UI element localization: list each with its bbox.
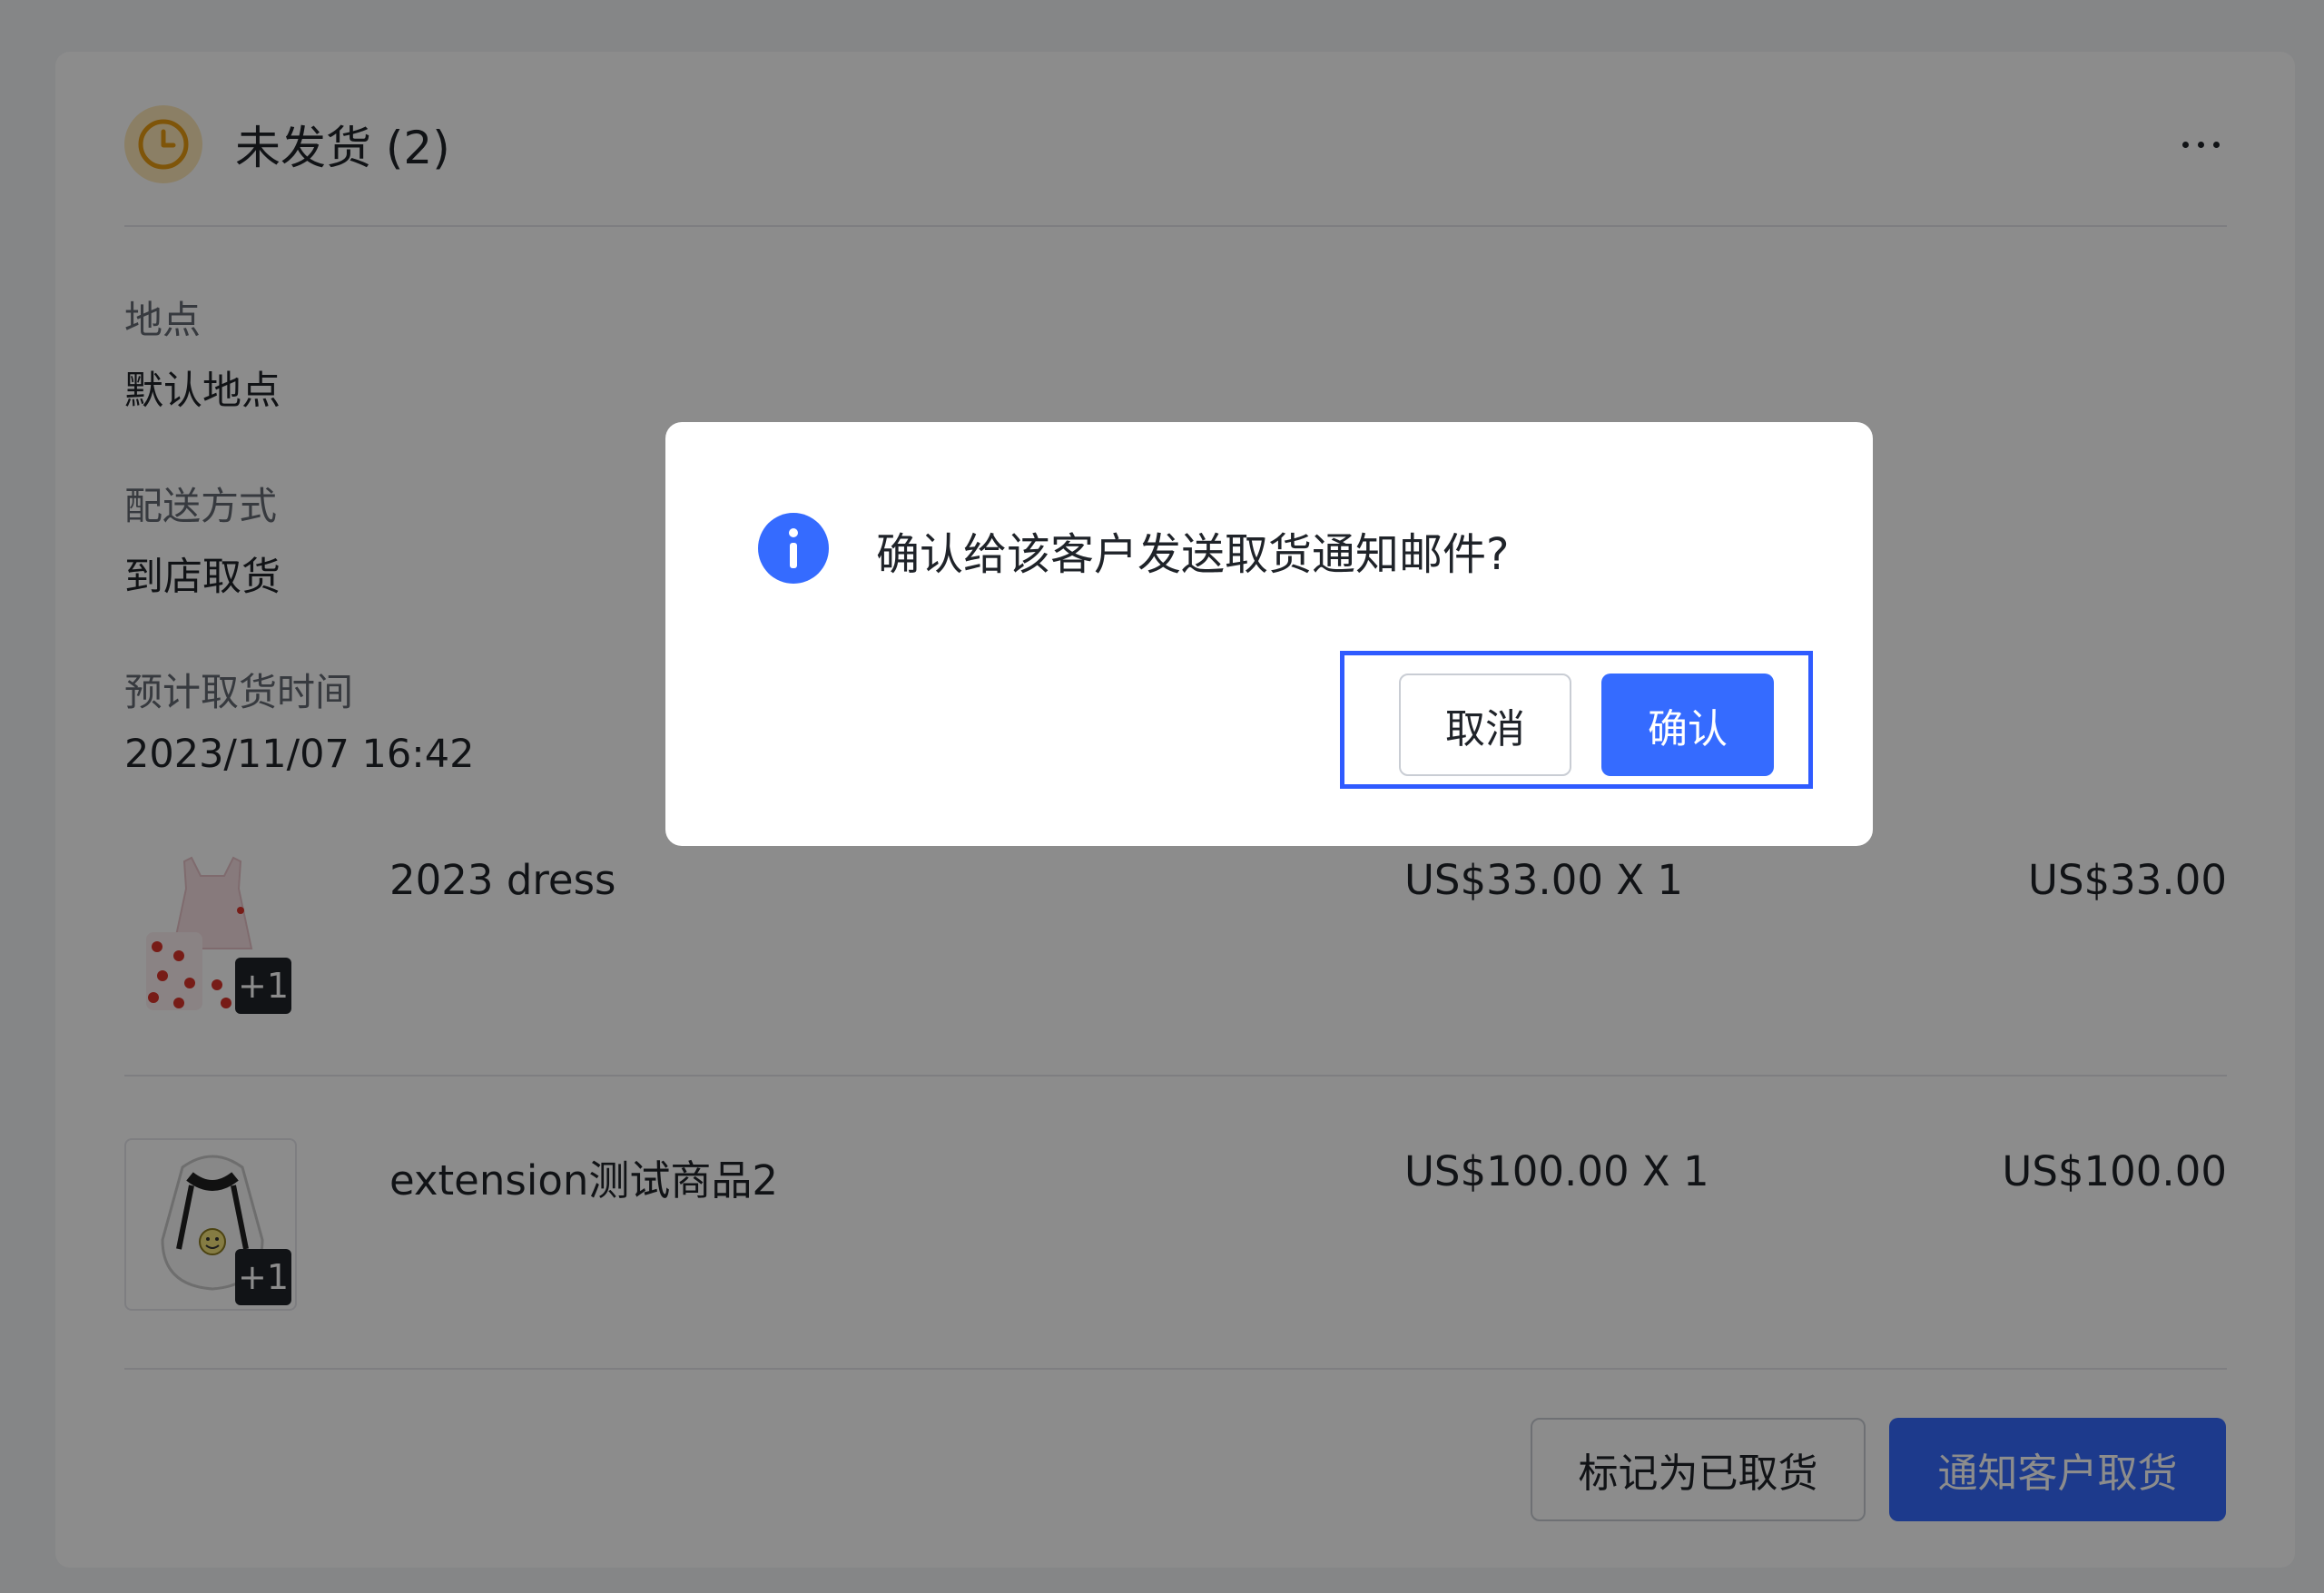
confirm-dialog: 确认给该客户发送取货通知邮件? 取消 确认 <box>665 422 1873 846</box>
page: 未发货 (2) 地点 默认地点 配送方式 到店取货 预计取货时间 2023/11… <box>0 0 2324 1593</box>
dialog-title: 确认给该客户发送取货通知邮件? <box>876 529 1510 580</box>
confirm-button[interactable]: 确认 <box>1601 674 1774 776</box>
dialog-actions: 取消 确认 <box>1340 651 1813 789</box>
cancel-button[interactable]: 取消 <box>1399 674 1571 776</box>
info-icon <box>758 513 829 584</box>
